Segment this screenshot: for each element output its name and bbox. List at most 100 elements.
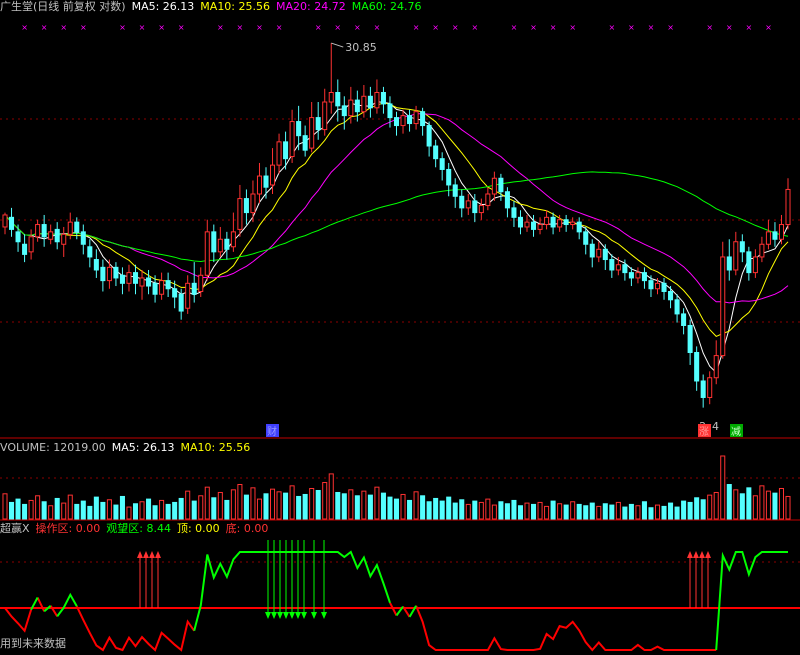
candle-body: [544, 216, 550, 226]
signal-mark: ×: [550, 23, 557, 32]
volume-bar: [576, 503, 582, 520]
volume-bar: [198, 495, 204, 520]
candle-body: [191, 282, 197, 295]
volume-bar: [35, 495, 41, 520]
indicator-name: 超赢X: [0, 522, 30, 535]
candle-body: [668, 290, 674, 301]
bottom-label: 底: 0.00: [225, 522, 269, 535]
candle-body: [67, 221, 73, 235]
volume-bar: [687, 501, 693, 520]
candle-body: [733, 241, 739, 271]
signal-mark: ×: [334, 23, 341, 32]
sell-arrow: [321, 612, 327, 619]
volume-bar: [654, 504, 661, 520]
volume-bar: [152, 505, 158, 520]
candle-body: [596, 248, 602, 258]
candle-body: [765, 231, 771, 245]
volume-bar: [9, 501, 15, 520]
buy-arrow: [687, 551, 693, 558]
candle-body: [752, 256, 758, 274]
volume-bar: [61, 502, 67, 520]
candle-body: [256, 175, 262, 195]
volume-bar: [583, 505, 589, 520]
candle-body: [517, 216, 523, 228]
volume-bar: [537, 501, 543, 520]
volume-bar: [602, 503, 608, 520]
volume-bar: [393, 498, 400, 520]
volume-bar: [635, 505, 641, 520]
signal-mark: ×: [706, 23, 713, 32]
volume-bar: [309, 487, 315, 520]
volume-bar: [224, 499, 230, 520]
candle-body: [654, 282, 661, 290]
volume-bar: [772, 492, 778, 520]
volume-bar: [491, 504, 497, 520]
candle-body: [152, 282, 158, 295]
candle-body: [354, 99, 360, 113]
volume-bar: [361, 490, 367, 520]
volume-bar: [22, 503, 28, 520]
signal-mark: ×: [432, 23, 439, 32]
volume-bar: [726, 484, 732, 520]
signal-mark: ×: [765, 23, 772, 32]
volume-bar: [700, 499, 706, 520]
volume-bar: [387, 496, 393, 520]
candle-body: [720, 256, 726, 357]
candle-body: [289, 121, 295, 158]
volume-bar: [87, 505, 93, 520]
candle-body: [217, 238, 223, 253]
buy-arrow: [705, 551, 711, 558]
volume-bar: [126, 506, 132, 520]
volume-bar: [106, 499, 112, 520]
volume-bar: [15, 498, 21, 520]
candle-body: [713, 355, 719, 379]
volume-bar: [296, 495, 302, 520]
volume-bar: [322, 482, 328, 520]
candle-body: [511, 207, 517, 218]
candle-body: [250, 193, 256, 214]
candle-body: [328, 92, 334, 103]
volume-bar: [289, 485, 295, 520]
volume-bar: [250, 487, 256, 520]
sell-arrow: [295, 612, 301, 619]
candle-body: [230, 231, 236, 248]
candle-body: [204, 231, 210, 276]
candle-body: [739, 241, 745, 253]
high-price-label: 30.85: [345, 41, 377, 54]
candle-body: [211, 231, 217, 253]
volume-bar: [550, 500, 556, 520]
candle-body: [563, 219, 569, 226]
volume-bar: [681, 500, 687, 520]
stock-chart: ×××××××××××××××××××××××××××××××× 30.852⁻…: [0, 23, 800, 655]
indicator-panel: [0, 540, 800, 650]
signal-mark: ×: [413, 23, 420, 32]
volume-header: VOLUME: 12019.00 MA5: 26.13 MA10: 25.56: [0, 441, 256, 455]
top-marks: × × × × × × × × × × × × × × × × × × × × × × × × × × × × × × × ×: [21, 23, 772, 32]
buy-arrow: [143, 551, 149, 558]
volume-bar: [139, 501, 145, 520]
candle-body: [491, 177, 497, 195]
candle-body: [400, 115, 406, 127]
volume-bar: [113, 504, 119, 520]
buy-arrow: [155, 551, 161, 558]
candle-body: [178, 293, 184, 312]
candles: [2, 43, 791, 408]
sell-arrow: [271, 612, 277, 619]
volume-bar: [335, 491, 341, 520]
volume-bar: [263, 493, 269, 520]
candle-body: [198, 274, 204, 292]
candle-body: [687, 324, 693, 354]
sell-arrow: [265, 612, 271, 619]
volume-bar: [504, 503, 510, 520]
volume-bar: [733, 489, 739, 520]
volume-bar: [54, 497, 60, 520]
ma60-line: [4, 171, 789, 263]
candle-body: [367, 95, 373, 109]
volume-bar: [341, 493, 347, 520]
volume-bar: [172, 501, 178, 520]
buy-arrow: [699, 551, 705, 558]
candle-body: [413, 111, 419, 125]
signal-mark: ×: [667, 23, 674, 32]
volume-bar: [713, 491, 719, 520]
candle-body: [113, 266, 119, 279]
